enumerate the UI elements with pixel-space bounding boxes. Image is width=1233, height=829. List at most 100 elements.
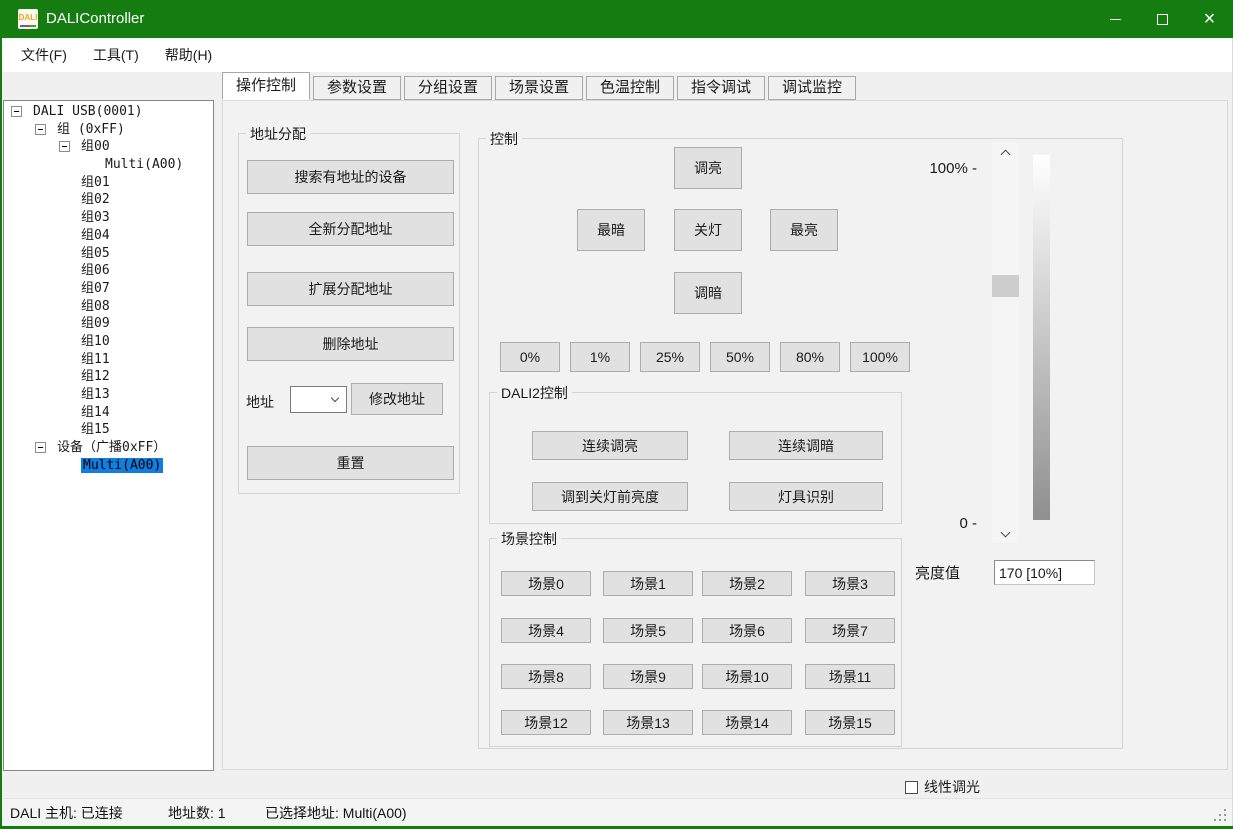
- percent-button-1[interactable]: 1%: [570, 342, 630, 372]
- tree-item[interactable]: 组06: [4, 262, 213, 280]
- tree-item[interactable]: 组12: [4, 368, 213, 386]
- scene-button-12[interactable]: 场景12: [501, 710, 591, 735]
- tree-item[interactable]: 设备（广播0xFF）: [4, 439, 213, 457]
- scene-button-0[interactable]: 场景0: [501, 571, 591, 596]
- tree-item[interactable]: Multi(A00): [4, 156, 213, 174]
- tree-item[interactable]: 组09: [4, 315, 213, 333]
- status-host: DALI 主机: 已连接: [10, 799, 123, 827]
- assign-new-address-button[interactable]: 全新分配地址: [247, 212, 454, 246]
- scene-groupbox-title: 场景控制: [497, 529, 561, 549]
- extend-assign-address-button[interactable]: 扩展分配地址: [247, 272, 454, 306]
- maximize-button[interactable]: [1139, 0, 1186, 38]
- brightness-scrollbar[interactable]: [992, 143, 1019, 543]
- window-controls: ×: [1092, 0, 1233, 38]
- lamp-off-button[interactable]: 关灯: [674, 209, 742, 251]
- scene-button-9[interactable]: 场景9: [603, 664, 693, 689]
- continuous-up-button[interactable]: 连续调亮: [532, 431, 688, 460]
- menu-item-tools[interactable]: 工具(T): [80, 38, 152, 72]
- minimize-icon: [1110, 19, 1121, 20]
- scene-button-13[interactable]: 场景13: [603, 710, 693, 735]
- tree-item[interactable]: 组05: [4, 245, 213, 263]
- dim-down-button[interactable]: 调暗: [674, 272, 742, 314]
- menu-item-file[interactable]: 文件(F): [8, 38, 80, 72]
- app-window: DALI DALIController × 文件(F)工具(T)帮助(H) DA…: [0, 0, 1233, 829]
- chevron-down-icon: [1001, 528, 1011, 538]
- scene-button-3[interactable]: 场景3: [805, 571, 895, 596]
- tree-item[interactable]: 组 (0xFF): [4, 121, 213, 139]
- scene-button-14[interactable]: 场景14: [702, 710, 792, 735]
- max-brightness-button[interactable]: 最亮: [770, 209, 838, 251]
- luminaire-identify-button[interactable]: 灯具识别: [729, 482, 883, 511]
- modify-address-button[interactable]: 修改地址: [351, 383, 443, 415]
- scroll-down-button[interactable]: [992, 525, 1019, 543]
- dim-up-button[interactable]: 调亮: [674, 147, 742, 189]
- scrollbar-thumb[interactable]: [992, 275, 1019, 297]
- percent-button-50[interactable]: 50%: [710, 342, 770, 372]
- tab-parameter[interactable]: 参数设置: [313, 76, 401, 100]
- tree-expand-icon[interactable]: [35, 124, 46, 135]
- tree-item-label: Multi(A00): [81, 458, 163, 473]
- tree-item[interactable]: 组02: [4, 191, 213, 209]
- tree-item[interactable]: 组01: [4, 174, 213, 192]
- tree-item[interactable]: Multi(A00): [4, 457, 213, 475]
- tree-item-label: 组09: [81, 316, 110, 331]
- min-brightness-button[interactable]: 最暗: [577, 209, 645, 251]
- scene-button-11[interactable]: 场景11: [805, 664, 895, 689]
- address-combobox[interactable]: [290, 386, 347, 413]
- tree-item[interactable]: 组07: [4, 280, 213, 298]
- resize-grip-icon[interactable]: [1224, 819, 1226, 821]
- scene-button-8[interactable]: 场景8: [501, 664, 591, 689]
- tree-expand-icon[interactable]: [11, 106, 22, 117]
- scene-button-7[interactable]: 场景7: [805, 618, 895, 643]
- tab-command[interactable]: 指令调试: [677, 76, 765, 100]
- address-groupbox: 地址分配 搜索有地址的设备 全新分配地址 扩展分配地址 删除地址 地址 修改地址…: [238, 133, 460, 494]
- control-groupbox-title: 控制: [486, 129, 522, 149]
- tree-item[interactable]: 组14: [4, 404, 213, 422]
- tree-expand-icon[interactable]: [59, 141, 70, 152]
- search-addressed-devices-button[interactable]: 搜索有地址的设备: [247, 160, 454, 194]
- tree-item[interactable]: DALI USB(0001): [4, 103, 213, 121]
- brightness-gradient-bar: [1033, 155, 1050, 520]
- percent-button-0[interactable]: 0%: [500, 342, 560, 372]
- tree-item[interactable]: 组04: [4, 227, 213, 245]
- tree-item[interactable]: 组03: [4, 209, 213, 227]
- close-button[interactable]: ×: [1186, 0, 1233, 38]
- scroll-up-button[interactable]: [992, 143, 1019, 161]
- tree-item-label: 组01: [81, 175, 110, 190]
- tree-expand-icon[interactable]: [35, 442, 46, 453]
- percent-button-25[interactable]: 25%: [640, 342, 700, 372]
- tab-monitor[interactable]: 调试监控: [768, 76, 856, 100]
- reset-button[interactable]: 重置: [247, 446, 454, 480]
- percent-button-100[interactable]: 100%: [850, 342, 910, 372]
- tab-operation[interactable]: 操作控制: [222, 72, 310, 100]
- tree-item[interactable]: 组08: [4, 298, 213, 316]
- tree-item-label: 组05: [81, 246, 110, 261]
- tab-scene[interactable]: 场景设置: [495, 76, 583, 100]
- scene-button-5[interactable]: 场景5: [603, 618, 693, 643]
- tree-item[interactable]: 组11: [4, 351, 213, 369]
- scene-button-4[interactable]: 场景4: [501, 618, 591, 643]
- delete-address-button[interactable]: 删除地址: [247, 327, 454, 361]
- maximize-icon: [1157, 14, 1168, 25]
- percent-button-80[interactable]: 80%: [780, 342, 840, 372]
- tree-item[interactable]: 组13: [4, 386, 213, 404]
- recall-last-level-button[interactable]: 调到关灯前亮度: [532, 482, 688, 511]
- menu-item-help[interactable]: 帮助(H): [152, 38, 225, 72]
- tab-cct[interactable]: 色温控制: [586, 76, 674, 100]
- tree-item[interactable]: 组00: [4, 138, 213, 156]
- continuous-down-button[interactable]: 连续调暗: [729, 431, 883, 460]
- tree-item-label: DALI USB(0001): [33, 104, 143, 119]
- scene-button-2[interactable]: 场景2: [702, 571, 792, 596]
- percent-button-row: 0% 1% 25% 50% 80% 100%: [500, 342, 910, 372]
- scene-button-15[interactable]: 场景15: [805, 710, 895, 735]
- brightness-max-label: 100% -: [879, 160, 977, 177]
- scene-button-1[interactable]: 场景1: [603, 571, 693, 596]
- linear-dimming-checkbox[interactable]: [905, 781, 918, 794]
- tab-grouping[interactable]: 分组设置: [404, 76, 492, 100]
- tree-item[interactable]: 组10: [4, 333, 213, 351]
- scene-button-10[interactable]: 场景10: [702, 664, 792, 689]
- tree-item[interactable]: 组15: [4, 421, 213, 439]
- brightness-value-input[interactable]: [994, 560, 1095, 585]
- minimize-button[interactable]: [1092, 0, 1139, 38]
- scene-button-6[interactable]: 场景6: [702, 618, 792, 643]
